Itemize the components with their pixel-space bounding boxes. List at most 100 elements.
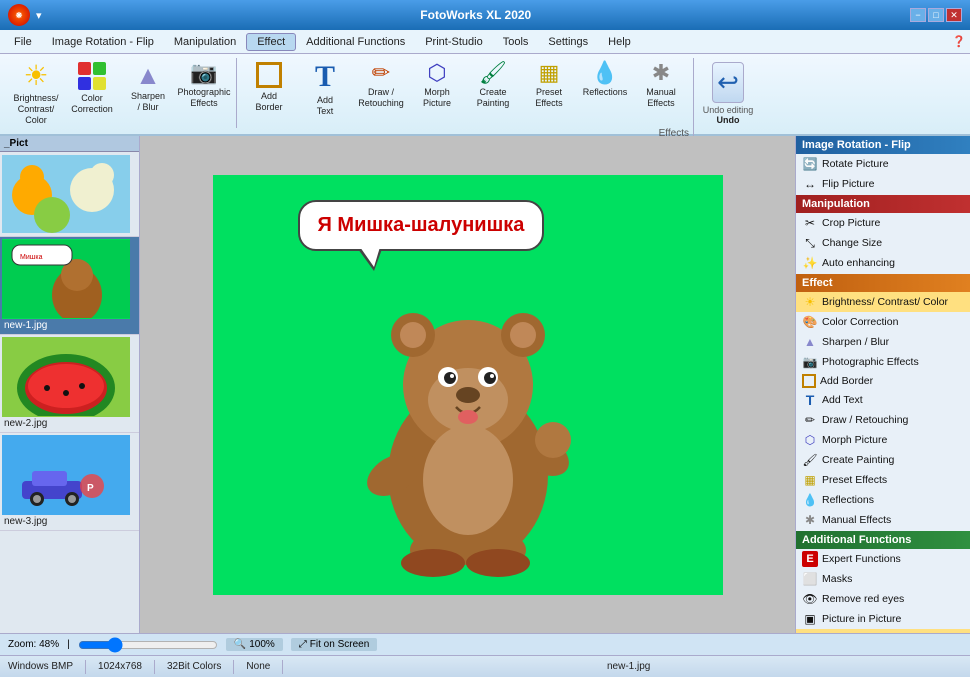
sharpen-icon: ▲ xyxy=(135,62,161,88)
flip-label: Flip Picture xyxy=(822,178,875,190)
thumb-item-4[interactable]: P new-3.jpg xyxy=(0,433,139,531)
toolbar-manual-btn[interactable]: ✱ ManualEffects xyxy=(633,58,689,128)
menu-tools[interactable]: Tools xyxy=(493,34,539,50)
rpanel-auto-enhance[interactable]: ✨ Auto enhancing xyxy=(796,253,970,273)
rpanel-painting[interactable]: 🖌 Create Painting xyxy=(796,450,970,470)
rpanel-red-eye[interactable]: 👁 Remove red eyes xyxy=(796,589,970,609)
rpanel-flip[interactable]: ↔ Flip Picture xyxy=(796,174,970,194)
rpanel-header-manipulation[interactable]: Manipulation xyxy=(796,195,970,213)
toolbar-photographic-btn[interactable]: 📷 PhotographicEffects xyxy=(176,58,232,128)
r-color-label: Color Correction xyxy=(822,316,898,328)
r-brightness-label: Brightness/ Contrast/ Color xyxy=(822,296,948,308)
rpanel-header-rotation[interactable]: Image Rotation - Flip xyxy=(796,136,970,154)
fit-label: Fit on Screen xyxy=(310,639,369,650)
rpanel-morph[interactable]: ⬡ Morph Picture xyxy=(796,430,970,450)
rpanel-rotate[interactable]: 🔄 Rotate Picture xyxy=(796,154,970,174)
thumb-image-3 xyxy=(2,337,130,417)
rpanel-preset[interactable]: ▦ Preset Effects xyxy=(796,470,970,490)
zoom-100-btn[interactable]: 🔍 100% xyxy=(226,638,283,651)
r-morph-icon: ⬡ xyxy=(802,432,818,448)
menu-image-rotation[interactable]: Image Rotation - Flip xyxy=(42,34,164,50)
svg-text:P: P xyxy=(87,483,94,494)
masks-label: Masks xyxy=(822,573,852,585)
toolbar-add-text-btn[interactable]: T AddText xyxy=(297,58,353,128)
status-dimensions: 1024x768 xyxy=(98,661,142,672)
rpanel-section-additional: Additional Functions E Expert Functions … xyxy=(796,531,970,633)
r-border-label: Add Border xyxy=(820,375,873,387)
menubar: File Image Rotation - Flip Manipulation … xyxy=(0,30,970,54)
r-photo-label: Photographic Effects xyxy=(822,356,919,368)
rpanel-header-additional[interactable]: Additional Functions xyxy=(796,531,970,549)
thumb-image-1 xyxy=(2,154,130,234)
rpanel-reflections[interactable]: 💧 Reflections xyxy=(796,490,970,510)
crop-icon: ✂ xyxy=(802,215,818,231)
rpanel-insert-cliparts[interactable]: 🖼 Insert Cliparts..... xyxy=(796,629,970,633)
toolbar-add-border-btn[interactable]: AddBorder xyxy=(241,58,297,128)
menu-help[interactable]: Help xyxy=(598,34,641,50)
preset-icon: ▦ xyxy=(539,62,560,84)
rpanel-section-effect: Effect ☀ Brightness/ Contrast/ Color 🎨 C… xyxy=(796,274,970,530)
status-filename: new-1.jpg xyxy=(295,661,962,672)
rpanel-sharpen[interactable]: ▲ Sharpen / Blur xyxy=(796,332,970,352)
toolbar-text-label: AddText xyxy=(317,95,334,117)
toolbar-preset-btn[interactable]: ▦ PresetEffects xyxy=(521,58,577,128)
toolbar-color-correction-btn[interactable]: ColorCorrection xyxy=(64,58,120,128)
bear-scene: Я Мишка-шалунишка xyxy=(238,185,698,585)
rpanel-header-effect[interactable]: Effect xyxy=(796,274,970,292)
zoom-slider[interactable] xyxy=(78,641,218,649)
rpanel-color-correction[interactable]: 🎨 Color Correction xyxy=(796,312,970,332)
pic-in-pic-icon: ▣ xyxy=(802,611,818,627)
zoom-100-label: 100% xyxy=(249,639,275,650)
toolbar-reflections-btn[interactable]: 💧 Reflections xyxy=(577,58,633,128)
rpanel-expert[interactable]: E Expert Functions xyxy=(796,549,970,569)
close-button[interactable]: ✕ xyxy=(946,8,962,22)
toolbar-brightness-btn[interactable]: ☀ Brightness/Contrast/Color xyxy=(8,58,64,128)
minimize-button[interactable]: − xyxy=(910,8,926,22)
rpanel-manual[interactable]: ✱ Manual Effects xyxy=(796,510,970,530)
zoom-label: Zoom: 48% xyxy=(8,639,59,650)
rpanel-pic-in-pic[interactable]: ▣ Picture in Picture xyxy=(796,609,970,629)
r-brightness-icon: ☀ xyxy=(802,294,818,310)
toolbar-photographic-label: PhotographicEffects xyxy=(177,87,230,109)
maximize-button[interactable]: □ xyxy=(928,8,944,22)
rpanel-brightness[interactable]: ☀ Brightness/ Contrast/ Color xyxy=(796,292,970,312)
enhance-label: Auto enhancing xyxy=(822,257,895,269)
rpanel-photo[interactable]: 📷 Photographic Effects xyxy=(796,352,970,372)
menu-file[interactable]: File xyxy=(4,34,42,50)
zoom-100-icon: 🔍 xyxy=(234,639,246,650)
app-title: FotoWorks XL 2020 xyxy=(42,8,910,22)
thumb-item-3[interactable]: new-2.jpg xyxy=(0,335,139,433)
rpanel-crop[interactable]: ✂ Crop Picture xyxy=(796,213,970,233)
fit-screen-btn[interactable]: ⤢ Fit on Screen xyxy=(291,638,377,651)
crop-label: Crop Picture xyxy=(822,217,880,229)
menu-print[interactable]: Print-Studio xyxy=(415,34,492,50)
thumb-svg-4: P xyxy=(2,436,130,514)
rpanel-draw[interactable]: ✏ Draw / Retouching xyxy=(796,410,970,430)
thumb-item-1[interactable] xyxy=(0,152,139,237)
rpanel-change-size[interactable]: ⤡ Change Size xyxy=(796,233,970,253)
toolbar-morph-btn[interactable]: ⬡ MorphPicture xyxy=(409,58,465,128)
menu-effect[interactable]: Effect xyxy=(246,33,296,51)
help-icon[interactable]: ❓ xyxy=(952,35,966,48)
r-preset-label: Preset Effects xyxy=(822,474,887,486)
rpanel-text[interactable]: T Add Text xyxy=(796,390,970,410)
cliparts-icon: 🖼 xyxy=(802,631,818,633)
r-draw-label: Draw / Retouching xyxy=(822,414,908,426)
menu-additional[interactable]: Additional Functions xyxy=(296,34,415,50)
toolbar-undo-btn[interactable]: ↩ Undo editing Undo xyxy=(698,58,758,129)
rpanel-border[interactable]: Add Border xyxy=(796,372,970,390)
toolbar-preset-label: PresetEffects xyxy=(535,87,562,109)
red-eye-label: Remove red eyes xyxy=(822,593,904,605)
menu-settings[interactable]: Settings xyxy=(538,34,598,50)
toolbar-sharpen-btn[interactable]: ▲ Sharpen/ Blur xyxy=(120,58,176,128)
status-mode: None xyxy=(246,661,270,672)
rpanel-masks[interactable]: ⬜ Masks xyxy=(796,569,970,589)
menu-manipulation[interactable]: Manipulation xyxy=(164,34,246,50)
r-reflect-label: Reflections xyxy=(822,494,874,506)
thumb-item-2[interactable]: Мишка new-1.jpg xyxy=(0,237,139,335)
toolbar-draw-btn[interactable]: ✏ Draw /Retouching xyxy=(353,58,409,128)
r-color-icon: 🎨 xyxy=(802,314,818,330)
undo-icon: ↩ xyxy=(717,67,739,98)
toolbar-manual-label: ManualEffects xyxy=(646,87,676,109)
toolbar-painting-btn[interactable]: 🖌 CreatePainting xyxy=(465,58,521,128)
